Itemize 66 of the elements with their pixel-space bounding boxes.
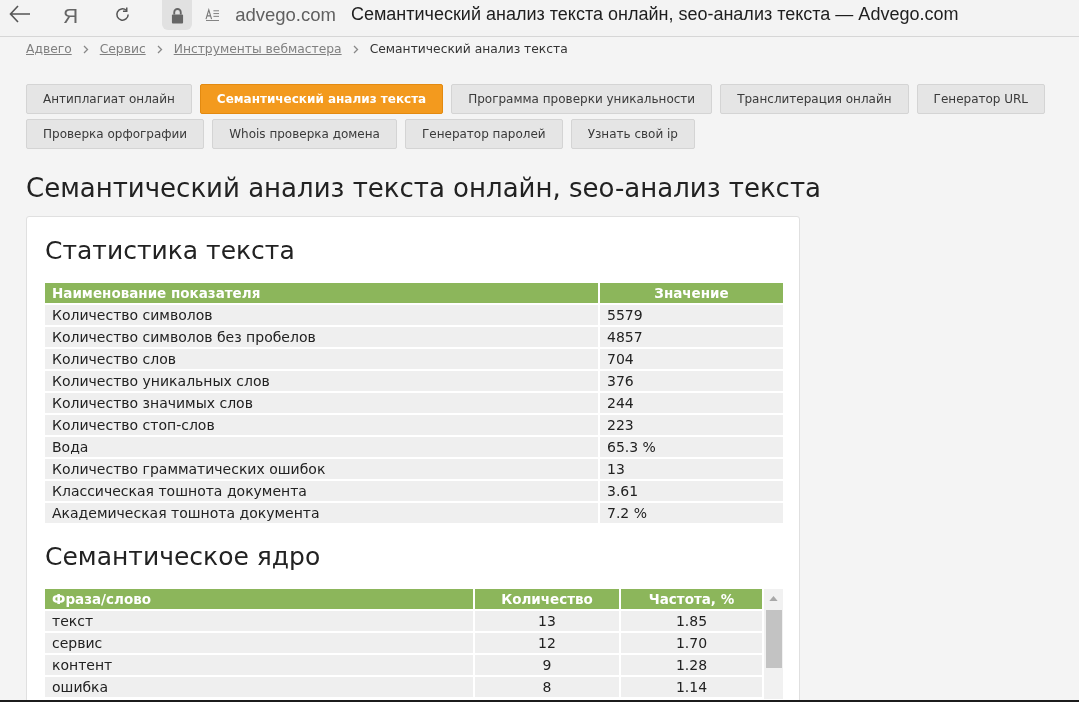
table-cell: 376 bbox=[607, 373, 634, 389]
tool-tab[interactable]: Узнать свой ip bbox=[570, 119, 695, 149]
tool-tab[interactable]: Транслитерация онлайн bbox=[720, 84, 909, 114]
table-cell: 9 bbox=[542, 657, 552, 673]
table-cell: 5579 bbox=[607, 307, 643, 323]
column-header: Количество bbox=[475, 589, 621, 611]
table-cell: 12 bbox=[538, 635, 556, 651]
page-heading: Семантический анализ текста онлайн, seo-анализ текста bbox=[26, 172, 822, 205]
scroll-up-icon[interactable] bbox=[769, 596, 778, 601]
breadcrumb-link[interactable]: Инструменты вебмастера bbox=[173, 40, 342, 58]
table-cell: 65.3 % bbox=[607, 439, 656, 455]
column-header: Значение bbox=[600, 283, 783, 305]
table-cell: Количество стоп-слов bbox=[52, 417, 215, 433]
browser-logo[interactable]: Я bbox=[63, 4, 79, 28]
chevron-icon bbox=[352, 44, 359, 54]
site-info-button[interactable] bbox=[162, 0, 193, 30]
page-title: Семантический анализ текста онлайн, seo-анализ текста — Advego.com bbox=[350, 4, 959, 25]
section-heading: Семантическое ядро bbox=[45, 541, 322, 573]
table-cell: Количество грамматических ошибок bbox=[52, 461, 326, 477]
table-cell: 1.14 bbox=[675, 679, 708, 695]
tool-tab[interactable]: Проверка орфографии bbox=[26, 119, 205, 149]
table-cell: Классическая тошнота документа bbox=[52, 483, 307, 499]
chevron-icon bbox=[156, 44, 163, 54]
table-cell: Вода bbox=[52, 439, 89, 455]
table-cell: Количество слов bbox=[52, 351, 177, 367]
section-heading: Статистика текста bbox=[45, 235, 296, 267]
reload-icon[interactable] bbox=[114, 5, 132, 23]
table-cell: Количество уникальных слов bbox=[52, 373, 270, 389]
table-cell: ошибка bbox=[52, 679, 109, 695]
tool-tab[interactable]: Генератор паролей bbox=[404, 119, 563, 149]
table-cell: 1.85 bbox=[675, 613, 708, 629]
table-cell: 8 bbox=[542, 679, 552, 695]
tool-tab[interactable]: Генератор URL bbox=[916, 84, 1046, 114]
column-header: Фраза/слово bbox=[45, 589, 475, 611]
table-cell: 244 bbox=[607, 395, 634, 411]
table-cell: 13 bbox=[607, 461, 625, 477]
table-cell: сервис bbox=[52, 635, 103, 651]
url-text[interactable]: advego.com bbox=[235, 3, 336, 26]
table-cell: Количество значимых слов bbox=[52, 395, 253, 411]
table-cell: 223 bbox=[607, 417, 634, 433]
back-icon[interactable] bbox=[9, 5, 31, 23]
breadcrumb-current: Семантический анализ текста bbox=[369, 41, 568, 58]
breadcrumb-link[interactable]: Сервис bbox=[99, 40, 146, 58]
column-header: Наименование показателя bbox=[45, 283, 600, 305]
table-cell: Количество символов bbox=[52, 307, 213, 323]
chevron-icon bbox=[82, 44, 89, 54]
table-cell: 1.70 bbox=[675, 635, 708, 651]
tool-tab[interactable]: Программа проверки уникальности bbox=[451, 84, 713, 114]
table-cell: 704 bbox=[607, 351, 634, 367]
breadcrumb-link[interactable]: Адвего bbox=[26, 40, 72, 58]
table-cell: 1.28 bbox=[675, 657, 708, 673]
scrollbar[interactable] bbox=[764, 589, 783, 699]
table-cell: Академическая тошнота документа bbox=[52, 505, 320, 521]
table-cell: 7.2 % bbox=[607, 505, 648, 521]
tool-tab[interactable]: Антиплагиат онлайн bbox=[26, 84, 192, 114]
table-cell: 13 bbox=[538, 613, 556, 629]
table-cell: контент bbox=[52, 657, 113, 673]
tool-tab[interactable]: Whois проверка домена bbox=[212, 119, 397, 149]
table-cell: Количество символов без пробелов bbox=[52, 329, 316, 345]
table-cell: 4857 bbox=[607, 329, 643, 345]
table-cell: 3.61 bbox=[607, 483, 639, 499]
scrollbar-thumb[interactable] bbox=[765, 610, 782, 668]
reader-mode-icon[interactable] bbox=[205, 7, 221, 21]
lock-icon bbox=[170, 6, 184, 24]
table-cell: текст bbox=[52, 613, 94, 629]
column-header: Частота, % bbox=[621, 589, 762, 611]
